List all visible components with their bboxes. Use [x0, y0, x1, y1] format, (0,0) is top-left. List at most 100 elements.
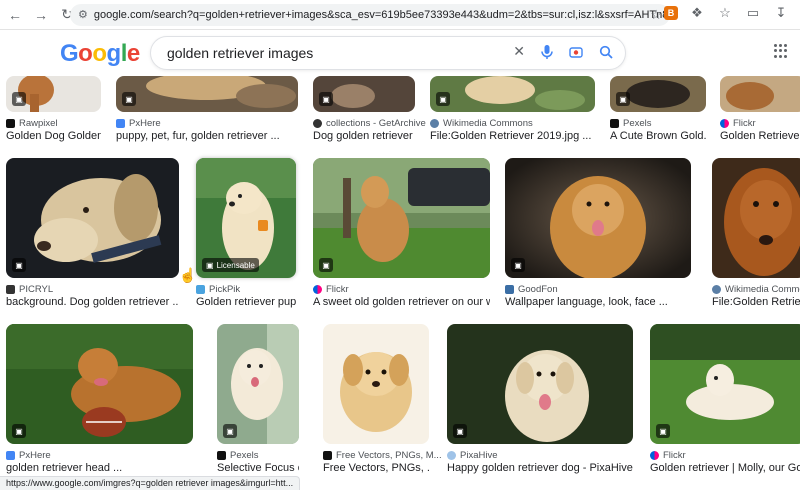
result-thumbnail[interactable]: ▣ [6, 324, 193, 444]
result-card[interactable]: ▣ Pexels A Cute Brown Gold... [610, 76, 706, 146]
result-title[interactable]: A Cute Brown Gold... [610, 130, 706, 142]
pxhere-icon [6, 451, 15, 460]
image-icon: ▣ [223, 424, 237, 438]
result-title[interactable]: Selective Focus of ... [217, 462, 299, 474]
result-title[interactable]: Dog golden retriever ... [313, 130, 415, 142]
result-thumbnail[interactable]: ▣ Licensable [196, 158, 296, 278]
result-title[interactable]: Golden retriever | Molly, our Golden ... [650, 462, 800, 474]
result-thumbnail[interactable] [720, 76, 800, 112]
result-title[interactable]: A sweet old golden retriever on our w... [313, 296, 490, 308]
image-results-grid: ▣ Rawpixel Golden Dog Golden... ▣ PxHere… [0, 76, 800, 482]
site-info-icon[interactable]: ⚙ [78, 8, 88, 22]
image-icon: ▣ [12, 258, 26, 272]
result-thumbnail[interactable]: ▣ [116, 76, 298, 112]
image-icon: ▣ [122, 92, 136, 106]
clear-icon[interactable]: ✕ [513, 43, 525, 60]
image-icon: ▣ [656, 424, 670, 438]
result-title[interactable]: Golden retriever pup... [196, 296, 296, 308]
result-card[interactable]: ▣ Pexels Selective Focus of ... [217, 324, 299, 479]
image-icon: ▣ [616, 92, 630, 106]
result-thumbnail[interactable] [712, 158, 800, 278]
puzzle-icon[interactable]: ❖ [688, 4, 706, 22]
result-title[interactable]: Golden Retriever [720, 130, 800, 142]
mic-icon[interactable] [541, 44, 553, 59]
result-title[interactable]: background. Dog golden retriever ... [6, 296, 179, 308]
search-input[interactable]: golden retriever images ✕ [150, 36, 626, 70]
licensable-badge[interactable]: ▣ Licensable [202, 258, 259, 272]
google-header: Google golden retriever images ✕ [0, 30, 800, 76]
result-thumbnail[interactable]: ▣ [6, 158, 179, 278]
goodfon-icon [505, 285, 514, 294]
apps-grid-icon[interactable] [774, 44, 788, 58]
flickr-icon [650, 451, 659, 460]
mouse-pointer-icon: ☝ [179, 267, 197, 283]
result-card[interactable]: ▣ PICRYL background. Dog golden retrieve… [6, 158, 179, 313]
result-thumbnail[interactable]: ▣ [430, 76, 595, 112]
result-thumbnail[interactable]: ▣ [6, 76, 101, 112]
rawpixel-icon [6, 119, 15, 128]
result-card[interactable]: Flickr Golden Retriever [720, 76, 800, 146]
image-icon: ▣ [206, 260, 214, 270]
getarchive-icon [313, 119, 322, 128]
tab-search-icon[interactable]: ▭ [744, 4, 762, 22]
address-url: google.com/search?q=golden+retriever+ima… [93, 9, 670, 21]
pickpik-icon [196, 285, 205, 294]
extension-icon[interactable]: B [664, 6, 678, 20]
result-title[interactable]: Golden Dog Golden... [6, 130, 101, 142]
result-card[interactable]: ▣ PxHere golden retriever head ... [6, 324, 193, 479]
pexels-icon [610, 119, 619, 128]
browser-toolbar: ← → ↻ ⚙ google.com/search?q=golden+retri… [0, 0, 800, 30]
image-icon: ▣ [511, 258, 525, 272]
result-card[interactable]: ▣ Flickr A sweet old golden retriever on… [313, 158, 490, 313]
flickr-icon [313, 285, 322, 294]
pixahive-icon [447, 451, 456, 460]
result-title[interactable]: Wallpaper language, look, face ... [505, 296, 691, 308]
result-card[interactable]: ▣ PxHere puppy, pet, fur, golden retriev… [116, 76, 298, 146]
download-icon[interactable]: ↧ [772, 4, 790, 22]
back-icon[interactable]: ← [4, 4, 26, 26]
bookmark-star-icon[interactable]: ☆ [650, 7, 662, 23]
result-title[interactable]: Free Vectors, PNGs, ... [323, 462, 429, 474]
result-thumbnail[interactable]: ▣ [217, 324, 299, 444]
result-card[interactable]: Wikimedia Commons File:Golden Retriever [712, 158, 800, 313]
result-title[interactable]: puppy, pet, fur, golden retriever ... [116, 130, 298, 142]
picryl-icon [6, 285, 15, 294]
result-title[interactable]: golden retriever head ... [6, 462, 193, 474]
result-title[interactable]: File:Golden Retriever [712, 296, 800, 308]
result-thumbnail[interactable]: ▣ [313, 76, 415, 112]
search-icon[interactable] [599, 45, 613, 59]
result-card[interactable]: ▣ Licensable PickPik Golden retriever pup… [196, 158, 296, 313]
wikimedia-icon [712, 285, 721, 294]
result-card[interactable]: ▣ Wikimedia Commons File:Golden Retrieve… [430, 76, 595, 146]
result-card[interactable]: ▣ PixaHive Happy golden retriever dog - … [447, 324, 633, 479]
result-title[interactable]: File:Golden Retriever 2019.jpg ... [430, 130, 595, 142]
wikimedia-icon [430, 119, 439, 128]
result-card[interactable]: ▣ GoodFon Wallpaper language, look, face… [505, 158, 691, 313]
image-icon: ▣ [453, 424, 467, 438]
result-card[interactable]: ▣ Rawpixel Golden Dog Golden... [6, 76, 101, 146]
result-thumbnail[interactable] [323, 324, 429, 444]
google-logo[interactable]: Google [60, 40, 140, 68]
image-icon: ▣ [12, 92, 26, 106]
pexels-icon [217, 451, 226, 460]
pxhere-icon [116, 119, 125, 128]
result-thumbnail[interactable]: ▣ [447, 324, 633, 444]
forward-icon[interactable]: → [30, 4, 52, 26]
image-icon: ▣ [12, 424, 26, 438]
address-bar[interactable]: ⚙ google.com/search?q=golden+retriever+i… [70, 4, 670, 26]
result-thumbnail[interactable]: ▣ [313, 158, 490, 278]
extensions-area: B ❖ ☆ ▭ ↧ [664, 4, 800, 22]
search-query: golden retriever images [167, 45, 314, 61]
result-thumbnail[interactable]: ▣ [505, 158, 691, 278]
result-thumbnail[interactable]: ▣ [610, 76, 706, 112]
result-card[interactable]: ▣ collections - GetArchive Dog golden re… [313, 76, 426, 146]
result-card[interactable]: Free Vectors, PNGs, M... Free Vectors, P… [323, 324, 442, 479]
result-title[interactable]: Happy golden retriever dog - PixaHive [447, 462, 633, 474]
freevectors-icon [323, 451, 332, 460]
bookmark-icon[interactable]: ☆ [716, 4, 734, 22]
result-card[interactable]: ▣ Flickr Golden retriever | Molly, our G… [650, 324, 800, 479]
image-icon: ▣ [319, 92, 333, 106]
camera-icon[interactable] [569, 45, 583, 59]
result-thumbnail[interactable]: ▣ [650, 324, 800, 444]
status-bar: https://www.google.com/imgres?q=golden r… [0, 476, 301, 490]
